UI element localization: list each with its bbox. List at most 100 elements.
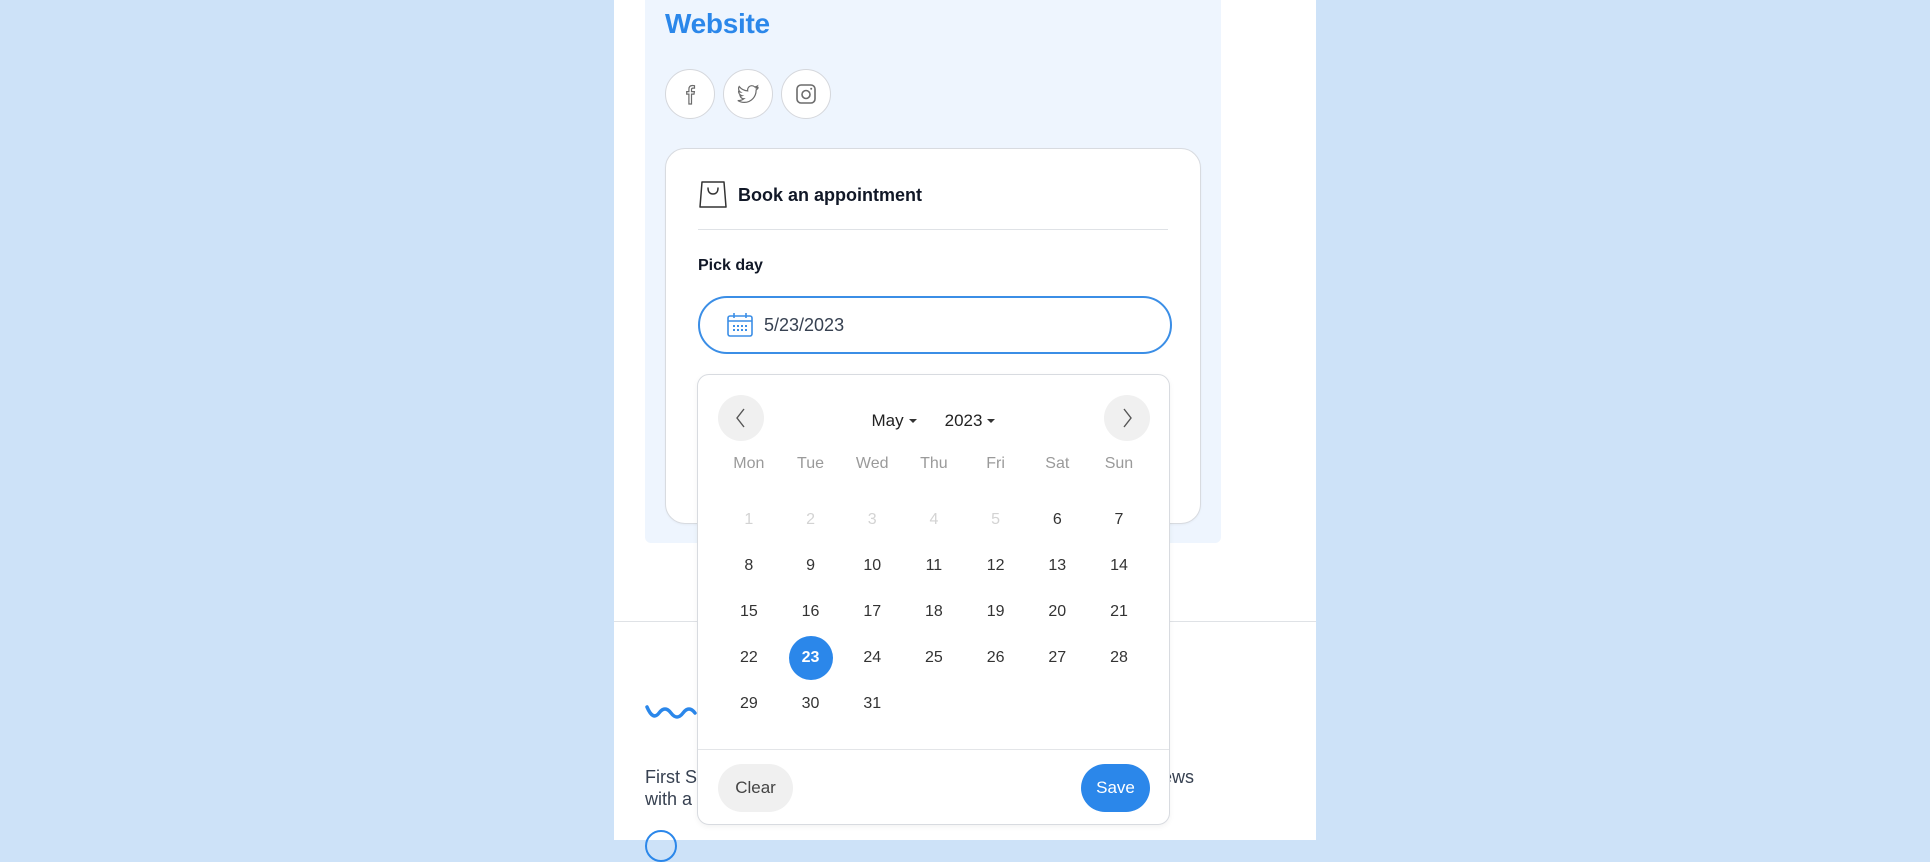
day-label: 12 bbox=[986, 557, 1005, 574]
day-cell[interactable]: 16 bbox=[780, 589, 842, 635]
day-label: 30 bbox=[801, 695, 820, 712]
day-label: 8 bbox=[744, 557, 754, 574]
day-label: 27 bbox=[1048, 649, 1067, 666]
weekday-label: Sun bbox=[1104, 455, 1134, 472]
save-button[interactable]: Save bbox=[1081, 764, 1150, 812]
weekday-label: Wed bbox=[855, 455, 889, 472]
about-line1-start: First S bbox=[645, 767, 697, 787]
day-label: 11 bbox=[925, 557, 943, 574]
wave-icon bbox=[645, 705, 697, 719]
day-cell[interactable]: 24 bbox=[841, 635, 903, 681]
day-cell[interactable]: 21 bbox=[1088, 589, 1150, 635]
day-cell-selected[interactable]: 23 bbox=[780, 635, 842, 681]
weekday-label: Sat bbox=[1045, 455, 1070, 472]
day-cell[interactable]: 20 bbox=[1026, 589, 1088, 635]
day-cell[interactable]: 26 bbox=[965, 635, 1027, 681]
weekday-label: Thu bbox=[920, 455, 948, 472]
day-cell[interactable]: 12 bbox=[965, 543, 1027, 589]
day-label: 20 bbox=[1048, 603, 1067, 620]
month-dropdown[interactable]: May bbox=[872, 411, 917, 431]
instagram-button[interactable] bbox=[781, 69, 831, 119]
clear-button[interactable]: Clear bbox=[718, 764, 793, 812]
day-label: 18 bbox=[925, 603, 943, 620]
month-label: May bbox=[871, 411, 904, 430]
circle-icon bbox=[645, 830, 677, 862]
card-header: Book an appointment bbox=[698, 179, 1168, 230]
day-label: 10 bbox=[863, 557, 882, 574]
caret-down-icon bbox=[987, 419, 996, 423]
day-label: 25 bbox=[925, 649, 943, 666]
day-label: 13 bbox=[1048, 557, 1067, 574]
day-label: 2 bbox=[806, 511, 815, 528]
year-label: 2023 bbox=[944, 411, 983, 430]
day-cell[interactable]: 31 bbox=[841, 681, 903, 727]
day-label: 7 bbox=[1114, 511, 1124, 528]
day-cell[interactable]: 29 bbox=[718, 681, 780, 727]
day-label: 22 bbox=[739, 649, 758, 666]
day-label: 5 bbox=[991, 511, 1001, 528]
day-cell[interactable]: 15 bbox=[718, 589, 780, 635]
day-cell[interactable]: 19 bbox=[965, 589, 1027, 635]
pick-day-label: Pick day bbox=[698, 257, 763, 274]
day-label: 26 bbox=[986, 649, 1005, 666]
weekday-label: Tue bbox=[797, 455, 825, 472]
day-cell[interactable]: 9 bbox=[780, 543, 842, 589]
weekday-header: Mon Tue Wed Thu Fri Sat Sun bbox=[718, 455, 1150, 473]
day-cell[interactable]: 10 bbox=[841, 543, 903, 589]
day-cell[interactable]: 17 bbox=[841, 589, 903, 635]
date-input[interactable]: 5/23/2023 bbox=[698, 296, 1172, 354]
day-cell: 3 bbox=[841, 497, 903, 543]
facebook-button[interactable] bbox=[665, 69, 715, 119]
day-cell: 2 bbox=[780, 497, 842, 543]
day-cell[interactable]: 8 bbox=[718, 543, 780, 589]
instagram-icon bbox=[796, 84, 816, 104]
about-line2-start: with a bbox=[645, 789, 693, 809]
card-title: Book an appointment bbox=[738, 185, 922, 205]
day-label: 9 bbox=[806, 557, 815, 574]
chevron-right-icon bbox=[1123, 408, 1132, 428]
day-label: 6 bbox=[1052, 511, 1062, 528]
day-cell[interactable]: 25 bbox=[903, 635, 965, 681]
day-label: 17 bbox=[863, 603, 882, 620]
next-month-button[interactable] bbox=[1104, 395, 1150, 441]
weekday-label: Fri bbox=[986, 455, 1005, 472]
calendar-icon bbox=[727, 313, 753, 337]
day-cell[interactable]: 13 bbox=[1026, 543, 1088, 589]
day-label: 4 bbox=[929, 511, 939, 528]
twitter-button[interactable] bbox=[723, 69, 773, 119]
calendar-popup: May 2023 Mon Tue Wed Thu Fri Sat Sun 123… bbox=[697, 374, 1170, 825]
day-label: 29 bbox=[739, 695, 758, 712]
facebook-icon bbox=[686, 84, 696, 105]
day-cell[interactable]: 27 bbox=[1026, 635, 1088, 681]
day-label: 15 bbox=[739, 603, 758, 620]
month-year-selector: May 2023 bbox=[698, 411, 1169, 431]
day-label: 3 bbox=[867, 511, 877, 528]
day-cell[interactable]: 18 bbox=[903, 589, 965, 635]
caret-down-icon bbox=[908, 419, 917, 423]
calendar-footer: Clear Save bbox=[698, 749, 1169, 824]
day-label: 16 bbox=[801, 603, 820, 620]
social-links bbox=[665, 69, 831, 119]
weekday-label: Mon bbox=[733, 455, 765, 472]
day-cell[interactable]: 6 bbox=[1026, 497, 1088, 543]
day-label: 31 bbox=[863, 695, 882, 712]
day-cell[interactable]: 7 bbox=[1088, 497, 1150, 543]
day-label: 14 bbox=[1110, 557, 1128, 574]
website-title: Website bbox=[665, 8, 770, 39]
day-label: 24 bbox=[863, 649, 882, 666]
year-dropdown[interactable]: 2023 bbox=[945, 411, 996, 431]
day-cell: 5 bbox=[965, 497, 1027, 543]
day-cell[interactable]: 11 bbox=[903, 543, 965, 589]
day-cell: 1 bbox=[718, 497, 780, 543]
day-label: 19 bbox=[986, 603, 1005, 620]
day-cell[interactable]: 14 bbox=[1088, 543, 1150, 589]
day-label: 21 bbox=[1110, 603, 1128, 620]
day-cell[interactable]: 22 bbox=[718, 635, 780, 681]
days-grid: 1 2 3 4 5 6 7 8 9 10 11 12 13 14 15 16 17 18 19 20 21 22 23 24 2… bbox=[718, 497, 1150, 727]
twitter-icon bbox=[737, 84, 759, 104]
day-cell[interactable]: 30 bbox=[780, 681, 842, 727]
day-label: 28 bbox=[1110, 649, 1128, 666]
day-label: 23 bbox=[788, 636, 833, 680]
date-value: 5/23/2023 bbox=[764, 314, 845, 335]
day-cell[interactable]: 28 bbox=[1088, 635, 1150, 681]
